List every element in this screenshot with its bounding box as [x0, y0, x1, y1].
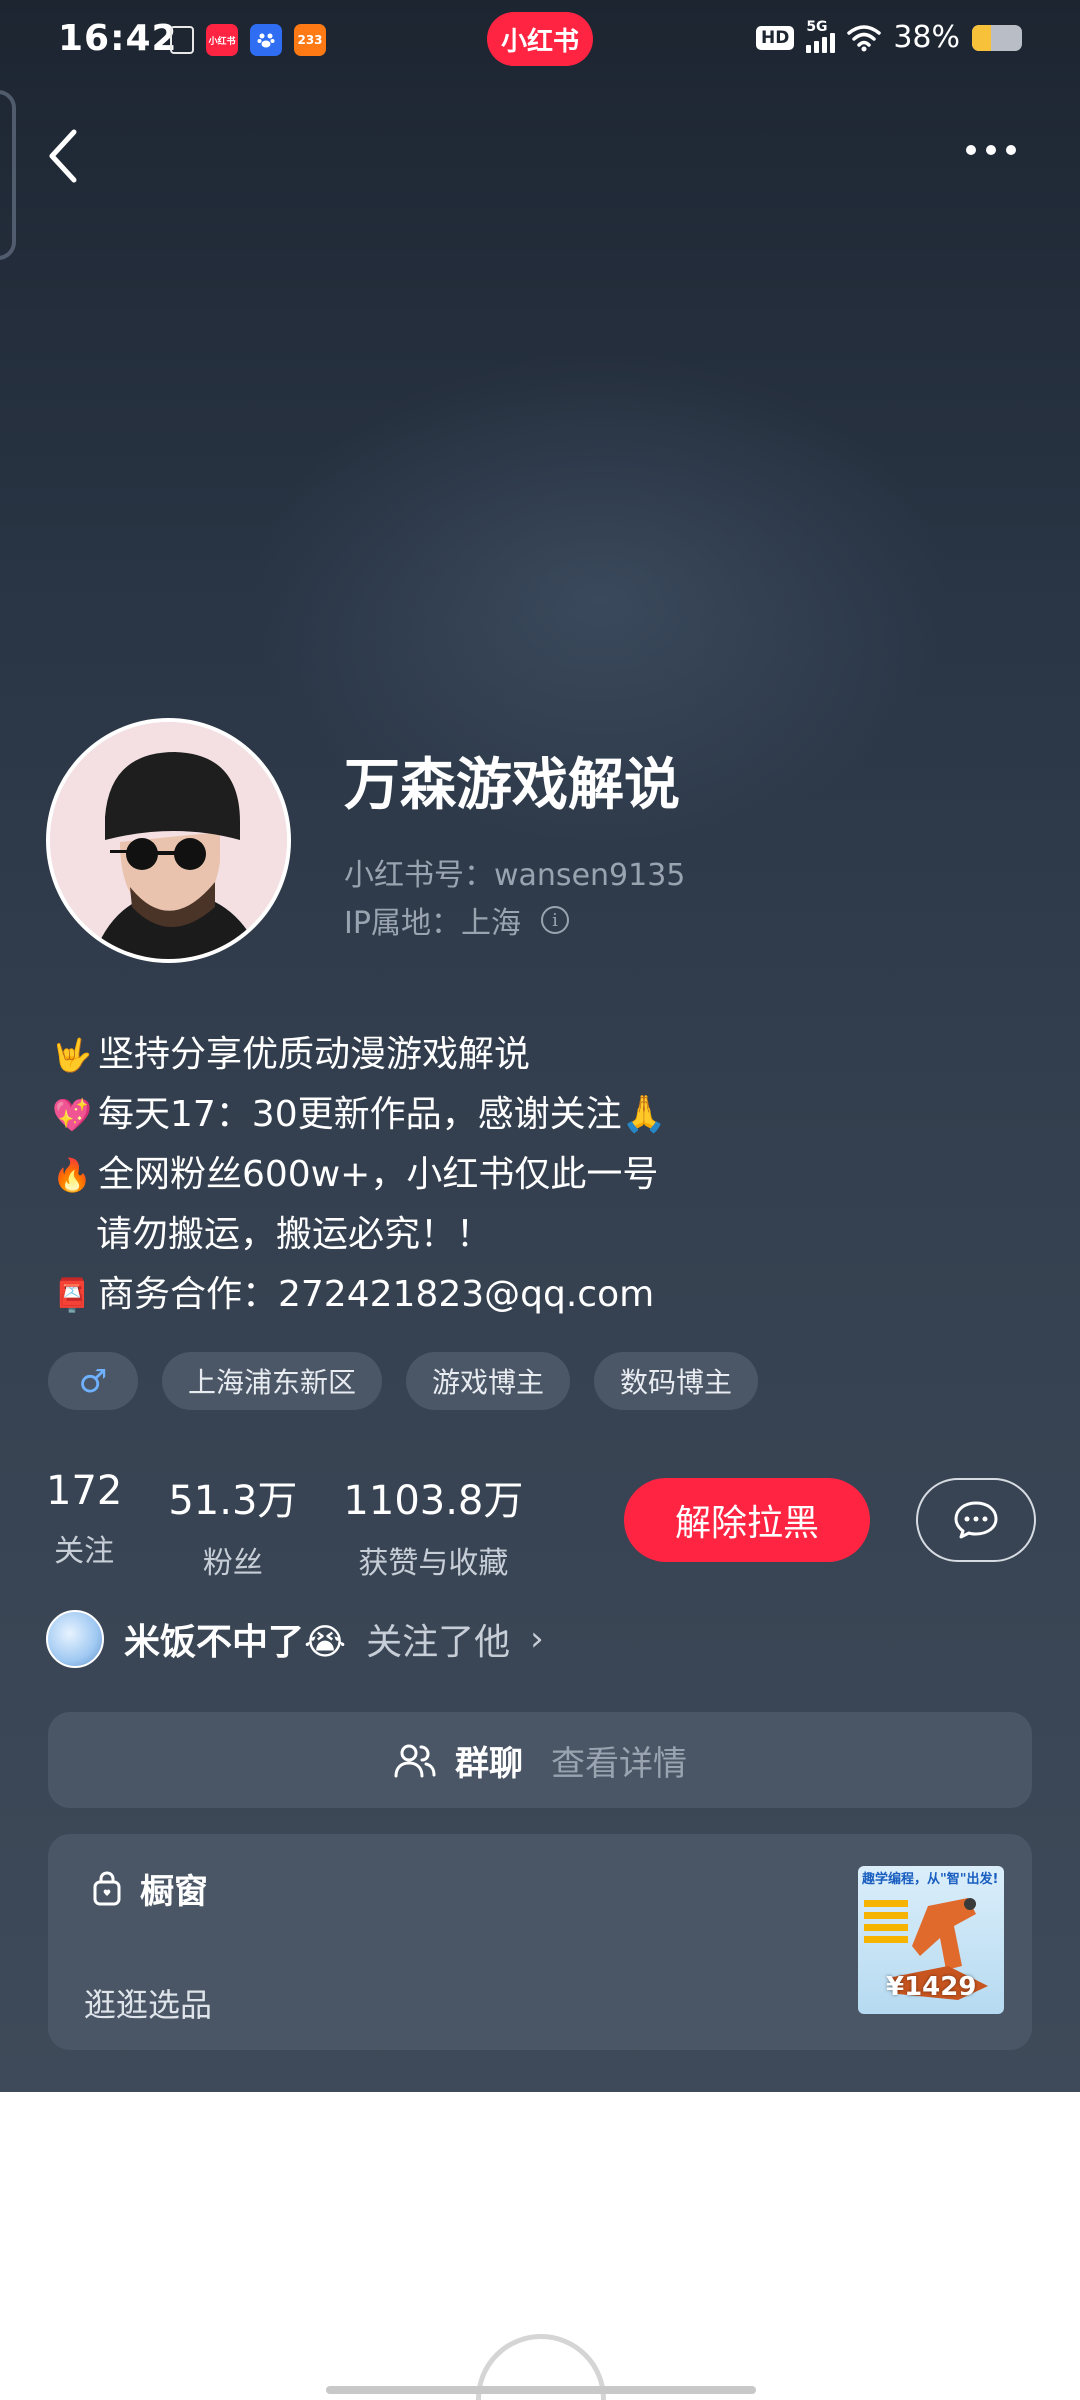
profile-name: 万森游戏解说 [344, 753, 680, 818]
following-label: 关注 [54, 1534, 115, 1569]
bio-line: 📮 商务合作：272421823@qq.com [48, 1265, 666, 1325]
fans-label: 粉丝 [202, 1546, 263, 1581]
category-tag-game: 游戏博主 [406, 1352, 571, 1410]
shop-title: 橱窗 [140, 1872, 208, 1912]
bio-text: 每天17：30更新作品，感谢关注🙏 [98, 1094, 667, 1135]
shop-subtitle: 逛逛选品 [84, 1986, 213, 2024]
group-chat-card[interactable]: 群聊 查看详情 [48, 1712, 1032, 1808]
follower-avatar [46, 1610, 104, 1668]
bio-line: 🤟 坚持分享优质动漫游戏解说 [48, 1025, 666, 1085]
battery-fill [972, 24, 991, 51]
profile-ip-location: IP属地：上海 i [344, 898, 569, 942]
signal-icon: 5G [806, 19, 836, 53]
location-tag: 上海浦东新区 [162, 1352, 383, 1410]
likes-label: 获赞与收藏 [358, 1546, 509, 1581]
profile-stats: 172 关注 51.3万 粉丝 1103.8万 获赞与收藏 [46, 1468, 523, 1582]
product-thumbnail[interactable]: 趣学编程，从"智"出发! ¥1429 [858, 1866, 1004, 2014]
group-chat-detail: 查看详情 [551, 1743, 687, 1784]
likes-count: 1103.8万 [343, 1478, 524, 1524]
mutual-follow-row[interactable]: 米饭不中了😭 关注了他 › [46, 1610, 544, 1668]
mailbox-emoji: 📮 [52, 1276, 92, 1314]
document-notification-icon [170, 26, 194, 54]
edge-handle [0, 90, 16, 260]
app-indicator-pill: 小红书 [487, 12, 593, 66]
network-type: 5G [806, 18, 828, 35]
system-status: HD 5G 38% [755, 19, 1022, 55]
wifi-icon [847, 24, 882, 51]
profile-id[interactable]: 小红书号：wansen9135 [344, 850, 685, 894]
group-chat-title: 群聊 [455, 1743, 523, 1784]
ip-location-text: IP属地：上海 [344, 906, 521, 941]
fire-emoji: 🔥 [52, 1156, 92, 1194]
bio-text: 全网粉丝600w+，小红书仅此一号 [98, 1154, 659, 1195]
battery-icon [972, 24, 1022, 51]
chevron-right-icon: › [530, 1619, 544, 1659]
notification-icons: 小红书 233 [170, 24, 326, 56]
bio-text: 请勿搬运，搬运必究！！ [96, 1214, 493, 1255]
profile-avatar[interactable] [46, 718, 291, 963]
follower-name: 米饭不中了😭 [124, 1622, 347, 1663]
status-time: 16:42 [58, 18, 178, 59]
back-arrow-icon [49, 129, 77, 183]
gender-tag: ♂ [48, 1352, 138, 1410]
info-icon[interactable]: i [540, 906, 569, 934]
follow-text: 关注了他 [366, 1622, 511, 1663]
more-options-button[interactable] [966, 130, 1036, 170]
bio-line: 🔥 全网粉丝600w+，小红书仅此一号 [48, 1145, 666, 1205]
status-bar: 16:42 小红书 233 小红书 HD 5G 38% [0, 0, 1080, 84]
bio-text: 商务合作：272421823@qq.com [98, 1274, 655, 1315]
likes-stat[interactable]: 1103.8万 获赞与收藏 [343, 1468, 523, 1582]
following-stat[interactable]: 172 关注 [46, 1468, 122, 1582]
shopping-bag-icon [93, 1870, 121, 1905]
category-tag-digital: 数码博主 [594, 1352, 759, 1410]
bio-text: 坚持分享优质动漫游戏解说 [98, 1034, 531, 1075]
more-dot-icon [1006, 145, 1016, 155]
message-button[interactable] [916, 1478, 1036, 1562]
more-dot-icon [986, 145, 996, 155]
hd-icon: HD [755, 25, 795, 50]
baidu-notification-icon [250, 24, 282, 56]
profile-bio: 🤟 坚持分享优质动漫游戏解说 💖 每天17：30更新作品，感谢关注🙏 🔥 全网粉… [48, 1025, 666, 1325]
chat-bubble-icon [954, 1501, 998, 1539]
avatar-illustration [50, 722, 287, 959]
fans-stat[interactable]: 51.3万 粉丝 [168, 1468, 297, 1582]
shop-title-row: 橱窗 [92, 1864, 208, 1913]
battery-percent: 38% [893, 20, 960, 55]
following-count: 172 [46, 1468, 123, 1514]
shop-window-card[interactable]: 橱窗 逛逛选品 趣学编程，从"智"出发! ¥1429 [48, 1834, 1032, 2050]
xiaohongshu-notification-icon: 小红书 [206, 24, 238, 56]
bio-line: 💖 每天17：30更新作品，感谢关注🙏 [48, 1085, 666, 1145]
rock-hand-emoji: 🤟 [52, 1036, 92, 1074]
game-233-notification-icon: 233 [294, 24, 326, 56]
product-price: ¥1429 [886, 1972, 977, 2002]
profile-tags: ♂ 上海浦东新区 游戏博主 数码博主 [48, 1352, 759, 1410]
fans-count: 51.3万 [168, 1478, 298, 1524]
home-indicator[interactable] [326, 2386, 756, 2394]
heart-emoji: 💖 [52, 1096, 92, 1134]
unblock-button[interactable]: 解除拉黑 [624, 1478, 870, 1562]
back-button[interactable] [44, 124, 94, 188]
group-users-icon [394, 1744, 436, 1778]
more-dot-icon [966, 145, 976, 155]
bio-line: 请勿搬运，搬运必究！！ [48, 1205, 666, 1265]
